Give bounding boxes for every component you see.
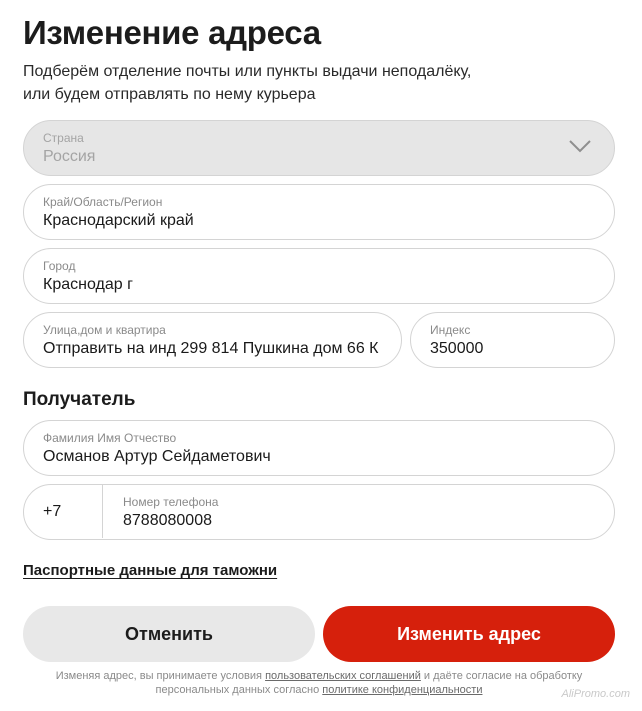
passport-data-link[interactable]: Паспортные данные для таможни — [23, 562, 277, 579]
city-field[interactable]: Город Краснодар г — [23, 248, 615, 304]
city-label: Город — [43, 259, 76, 273]
consent-note: Изменяя адрес, вы принимаете условия пол… — [23, 669, 615, 697]
privacy-policy-link[interactable]: политике конфиденциальности — [322, 684, 482, 696]
phone-value: 8788080008 — [123, 512, 212, 529]
street-label: Улица,дом и квартира — [43, 323, 166, 337]
change-address-button[interactable]: Изменить адрес — [323, 606, 615, 662]
user-agreement-link[interactable]: пользовательских соглашений — [265, 670, 421, 682]
phone-country-code[interactable]: +7 — [24, 485, 103, 538]
region-value: Краснодарский край — [43, 212, 194, 229]
street-value: Отправить на инд 299 814 Пушкина дом 66 … — [43, 340, 383, 357]
full-name-value: Османов Артур Сейдаметович — [43, 448, 271, 465]
country-label: Страна — [43, 131, 84, 145]
index-value: 350000 — [430, 340, 484, 357]
subtitle-line-2: или будем отправлять по нему курьера — [23, 86, 316, 103]
recipient-heading: Получатель — [23, 389, 136, 410]
region-field[interactable]: Край/Область/Регион Краснодарский край — [23, 184, 615, 240]
country-select[interactable]: Страна Россия — [23, 120, 615, 176]
country-value: Россия — [43, 148, 96, 165]
region-label: Край/Область/Регион — [43, 195, 163, 209]
phone-prefix: +7 — [43, 503, 62, 520]
index-label: Индекс — [430, 323, 471, 337]
page-subtitle: Подберём отделение почты или пункты выда… — [23, 60, 583, 106]
full-name-label: Фамилия Имя Отчество — [43, 431, 177, 445]
phone-label: Номер телефона — [123, 495, 219, 509]
watermark: AliPromo.com — [561, 688, 630, 700]
full-name-field[interactable]: Фамилия Имя Отчество Османов Артур Сейда… — [23, 420, 615, 476]
consent-text-1: Изменяя адрес, вы принимаете условия — [55, 670, 266, 682]
cancel-button[interactable]: Отменить — [23, 606, 315, 662]
phone-field[interactable]: +7 Номер телефона 8788080008 — [23, 484, 615, 540]
page-title: Изменение адреса — [23, 14, 321, 51]
chevron-down-icon — [569, 140, 591, 153]
street-field[interactable]: Улица,дом и квартира Отправить на инд 29… — [23, 312, 402, 368]
city-value: Краснодар г — [43, 276, 133, 293]
subtitle-line-1: Подберём отделение почты или пункты выда… — [23, 63, 472, 80]
index-field[interactable]: Индекс 350000 — [410, 312, 615, 368]
